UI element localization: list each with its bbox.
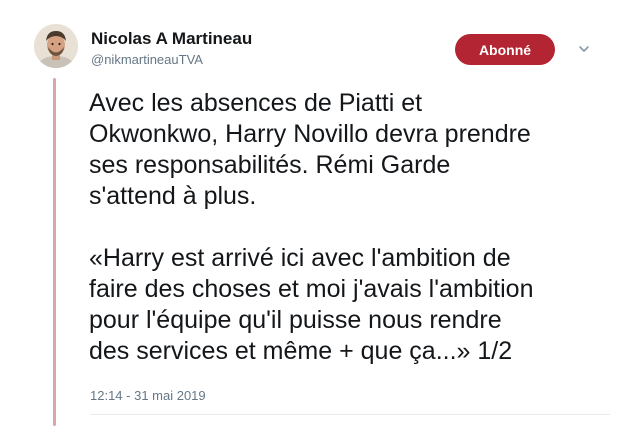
- follow-button[interactable]: Abonné: [455, 34, 555, 65]
- author-name[interactable]: Nicolas A Martineau: [91, 29, 252, 49]
- avatar[interactable]: [34, 24, 78, 68]
- author-handle[interactable]: @nikmartineauTVA: [91, 52, 203, 67]
- chevron-down-icon[interactable]: [577, 42, 591, 56]
- tweet-text: Avec les absences de Piatti et Okwonkwo,…: [89, 89, 534, 365]
- divider: [90, 414, 610, 415]
- thread-line: [53, 78, 56, 426]
- tweet-timestamp[interactable]: 12:14 - 31 mai 2019: [90, 388, 206, 403]
